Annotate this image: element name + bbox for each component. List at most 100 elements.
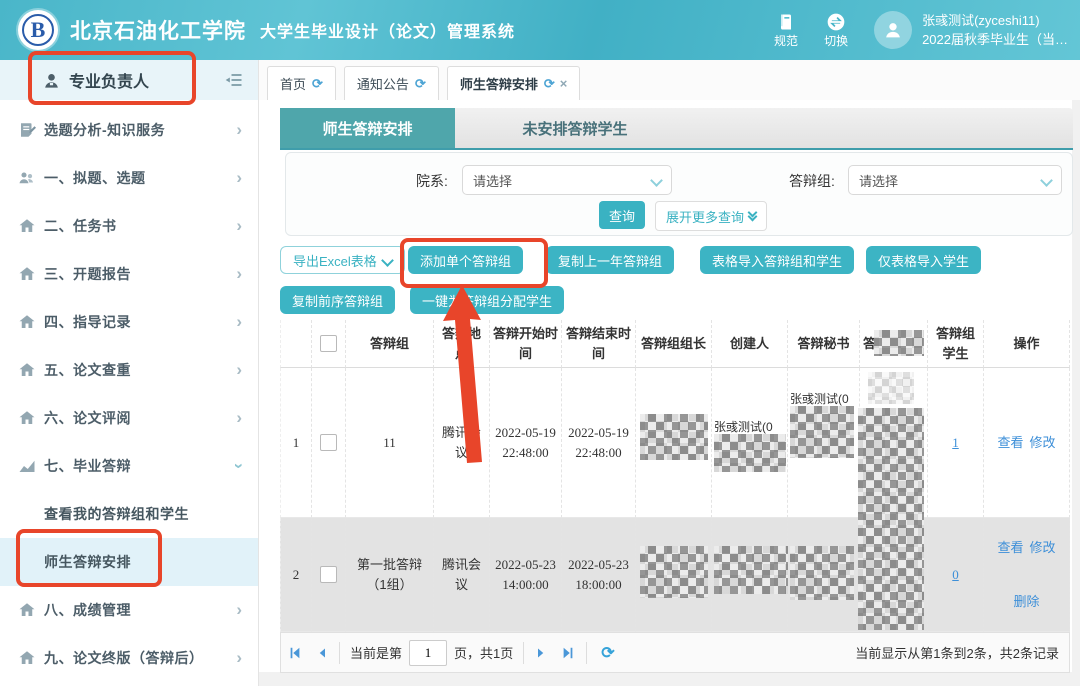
query-button[interactable]: 查询	[599, 201, 645, 229]
row-index: 2	[280, 518, 312, 632]
chevron-right-icon: ›	[236, 264, 242, 284]
sidebar-item-label: 选题分析-知识服务	[44, 120, 165, 140]
first-page-icon	[288, 646, 302, 660]
sidebar-item-final-thesis[interactable]: 九、论文终版（答辩后） ›	[0, 634, 258, 682]
tab-defense-arrangement[interactable]: 师生答辩安排 ⟳ ×	[447, 66, 581, 100]
sidebar-subitem-my-defense-groups[interactable]: 查看我的答辩组和学生	[0, 490, 258, 538]
col-header: 答辩结束时间	[562, 320, 636, 368]
chevron-right-icon: ›	[236, 312, 242, 332]
group-cell: 11	[346, 368, 434, 518]
export-excel-button[interactable]: 导出Excel表格	[280, 246, 405, 274]
divider	[523, 642, 524, 664]
students-count-link[interactable]: 1	[952, 433, 959, 453]
index-header	[280, 320, 312, 368]
one-key-assign-button[interactable]: 一键为答辩组分配学生	[410, 286, 564, 314]
privacy-mosaic	[858, 408, 924, 630]
user-info[interactable]: 张彧测试(zyceshi11) 2022届秋季毕业生（当…	[922, 11, 1068, 50]
switch-label: 切换	[824, 35, 848, 48]
chevron-right-icon: ›	[236, 408, 242, 428]
delete-link[interactable]: 删除	[1013, 592, 1039, 612]
sidebar-item-label: 四、指导记录	[44, 312, 131, 332]
select-all-checkbox[interactable]	[320, 335, 337, 352]
edit-link[interactable]: 修改	[1030, 538, 1056, 558]
sidebar-item-graduation-defense[interactable]: 七、毕业答辩 ›	[0, 442, 258, 490]
page-suffix: 页，共1页	[454, 643, 513, 662]
norm-label: 规范	[774, 35, 798, 48]
sidebar-role-header: 专业负责人	[0, 60, 258, 100]
sidebar-item-label: 查看我的答辩组和学生	[44, 504, 189, 524]
dept-label: 院系:	[416, 171, 448, 191]
first-page-button[interactable]	[288, 646, 302, 660]
home-icon	[18, 409, 36, 427]
expand-query-button[interactable]: 展开更多查询	[655, 201, 767, 231]
import-students-only-label: 仅表格导入学生	[878, 251, 969, 270]
chevron-right-icon: ›	[236, 648, 242, 668]
students-count-link[interactable]: 0	[952, 565, 959, 585]
home-icon	[18, 265, 36, 283]
refresh-icon[interactable]: ⟳	[415, 76, 426, 92]
user-avatar[interactable]	[874, 11, 912, 49]
sidebar-item-guidance-record[interactable]: 四、指导记录 ›	[0, 298, 258, 346]
copy-last-year-button[interactable]: 复制上一年答辩组	[546, 246, 674, 274]
inner-tab-label: 师生答辩安排	[322, 118, 412, 139]
students-cell: 0	[928, 518, 984, 632]
one-key-assign-label: 一键为答辩组分配学生	[422, 291, 552, 310]
page-number-input[interactable]	[409, 640, 447, 666]
tab-label: 首页	[280, 74, 306, 93]
row-checkbox[interactable]	[320, 566, 337, 583]
divider	[339, 642, 340, 664]
copy-previous-groups-button[interactable]: 复制前序答辩组	[280, 286, 395, 314]
chevron-down-icon	[650, 174, 663, 187]
prev-page-button[interactable]	[316, 647, 328, 659]
inner-tab-unassigned[interactable]: 未安排答辩学生	[455, 108, 695, 148]
tab-notice[interactable]: 通知公告 ⟳	[344, 66, 439, 100]
header-right: 规范 切换 张彧测试(zyceshi11) 2022届秋季毕业生（当…	[774, 0, 1068, 60]
col-header: 创建人	[712, 320, 788, 368]
sidebar-item-plagiarism-check[interactable]: 五、论文查重 ›	[0, 346, 258, 394]
refresh-icon[interactable]: ⟳	[544, 76, 555, 92]
refresh-icon[interactable]: ⟳	[312, 76, 323, 92]
row-select-cell	[312, 368, 346, 518]
view-link[interactable]: 查看	[997, 538, 1023, 558]
group-select[interactable]: 请选择	[848, 165, 1062, 195]
dept-select[interactable]: 请选择	[462, 165, 672, 195]
sidebar-collapse-icon[interactable]	[224, 70, 244, 90]
sidebar-item-thesis-review[interactable]: 六、论文评阅 ›	[0, 394, 258, 442]
school-logo: B	[18, 10, 58, 50]
row-checkbox[interactable]	[320, 434, 337, 451]
sidebar-item-topic-selection[interactable]: 一、拟题、选题 ›	[0, 154, 258, 202]
import-group-students-button[interactable]: 表格导入答辩组和学生	[700, 246, 854, 274]
norm-button[interactable]: 规范	[774, 12, 798, 48]
close-icon[interactable]: ×	[560, 76, 568, 91]
inner-tab-label: 未安排答辩学生	[522, 118, 627, 139]
sidebar-item-task-book[interactable]: 二、任务书 ›	[0, 202, 258, 250]
sidebar-item-topic-analysis[interactable]: 选题分析-知识服务 ›	[0, 106, 258, 154]
secretary-text-fragment: 张彧测试(0	[790, 390, 856, 407]
dept-select-value: 请选择	[473, 171, 512, 190]
export-excel-label: 导出Excel表格	[293, 251, 377, 270]
last-page-button[interactable]	[561, 646, 575, 660]
view-link[interactable]: 查看	[997, 433, 1023, 453]
privacy-mosaic	[790, 406, 854, 458]
chevron-down-icon: ›	[229, 463, 249, 469]
next-page-button[interactable]	[535, 647, 547, 659]
tab-home[interactable]: 首页 ⟳	[267, 66, 336, 100]
sidebar-item-grade-management[interactable]: 八、成绩管理 ›	[0, 586, 258, 634]
sidebar-subitem-defense-arrangement[interactable]: 师生答辩安排	[0, 538, 258, 586]
user-session: 2022届秋季毕业生（当…	[922, 30, 1068, 50]
user-name: 张彧测试(zyceshi11)	[922, 11, 1068, 31]
chevron-right-icon: ›	[236, 216, 242, 236]
inner-tab-arrangement[interactable]: 师生答辩安排	[280, 108, 455, 148]
system-title: 大学生毕业设计（论文）管理系统	[260, 18, 515, 42]
start-time-cell: 2022-05-23 14:00:00	[490, 518, 562, 632]
sidebar-item-proposal-report[interactable]: 三、开题报告 ›	[0, 250, 258, 298]
refresh-list-icon[interactable]: ⟳	[601, 643, 614, 663]
switch-button[interactable]: 切换	[824, 12, 848, 48]
edit-link[interactable]: 修改	[1030, 433, 1056, 453]
group-label: 答辩组:	[789, 171, 835, 191]
add-single-group-button[interactable]: 添加单个答辩组	[408, 246, 523, 274]
privacy-mosaic	[640, 546, 708, 598]
import-students-only-button[interactable]: 仅表格导入学生	[866, 246, 981, 274]
students-cell: 1	[928, 368, 984, 518]
inner-tab-strip: 师生答辩安排 未安排答辩学生	[280, 108, 1073, 150]
